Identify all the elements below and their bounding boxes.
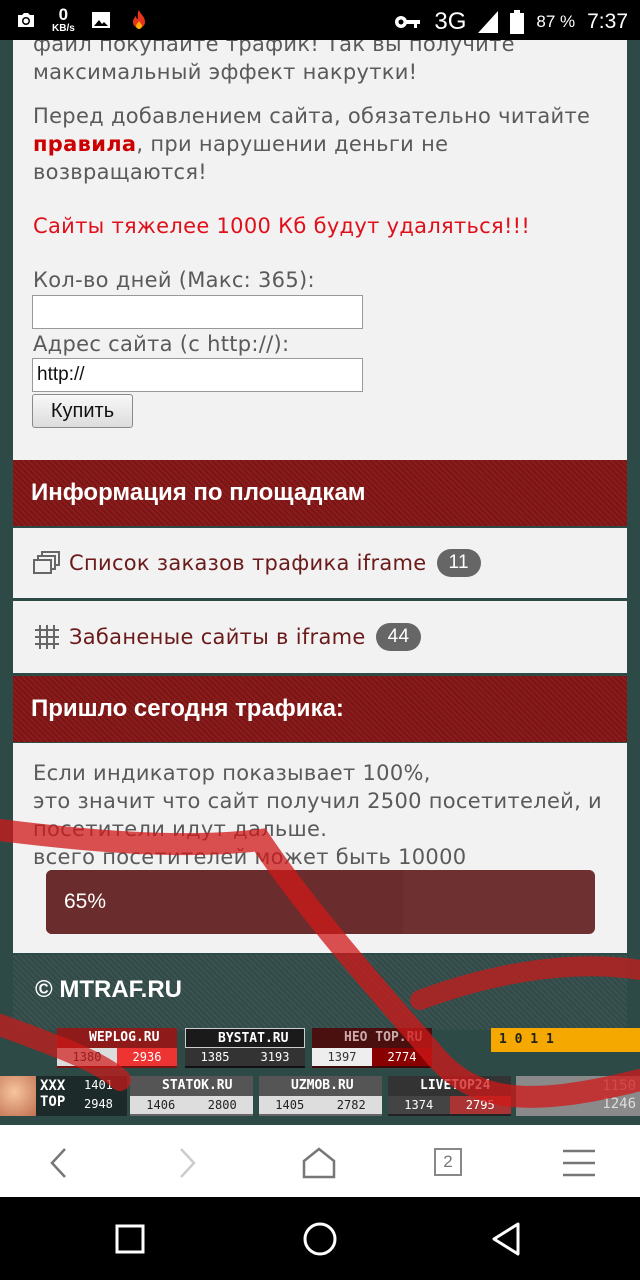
fire-icon <box>132 10 145 29</box>
net-speed: 0 KB/s <box>52 5 75 34</box>
image-icon <box>91 12 110 28</box>
tabs-button[interactable]: 2 <box>434 1148 462 1176</box>
battery-icon <box>510 10 525 34</box>
key-icon <box>395 16 421 28</box>
signal-icon <box>478 11 499 33</box>
camera-icon <box>18 13 34 27</box>
battery-percent: 87 % <box>536 12 576 31</box>
back-icon[interactable] <box>40 1143 80 1183</box>
home-circle-icon[interactable] <box>302 1221 338 1257</box>
menu-icon[interactable] <box>559 1143 599 1183</box>
back-triangle-icon[interactable] <box>490 1221 522 1257</box>
browser-toolbar <box>0 1125 640 1197</box>
page-content[interactable]: файл покупайте трафик! Так вы получите м… <box>0 40 640 1125</box>
clock: 7:37 <box>587 10 628 33</box>
red-scribble-overlay <box>0 819 640 1108</box>
network-type: 3G <box>434 8 467 35</box>
recents-icon[interactable] <box>114 1223 146 1255</box>
forward-icon[interactable] <box>166 1143 206 1183</box>
status-bar: 0 KB/s 3G 87 % 7:37 <box>0 0 640 40</box>
system-nav-bar <box>0 1197 640 1280</box>
home-icon[interactable] <box>299 1143 339 1183</box>
